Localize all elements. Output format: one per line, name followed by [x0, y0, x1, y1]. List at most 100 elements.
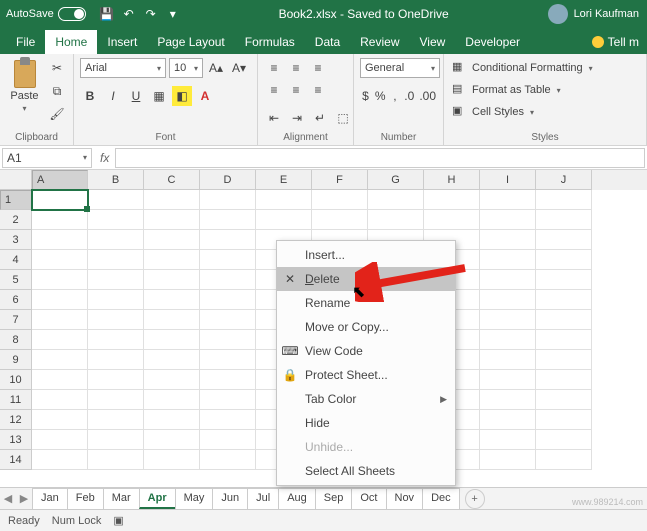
sheet-tab[interactable]: Feb	[67, 488, 104, 509]
row-header[interactable]: 8	[0, 330, 32, 350]
align-left-icon[interactable]: ≡	[264, 80, 284, 100]
cell[interactable]	[312, 210, 368, 230]
cell[interactable]	[32, 270, 88, 290]
cell[interactable]	[480, 330, 536, 350]
column-header[interactable]: H	[424, 170, 480, 190]
cell[interactable]	[144, 430, 200, 450]
cell[interactable]	[480, 250, 536, 270]
font-color-icon[interactable]: A	[195, 86, 215, 106]
column-header[interactable]: F	[312, 170, 368, 190]
macro-record-icon[interactable]: ▣	[113, 514, 123, 527]
cell[interactable]	[536, 330, 592, 350]
column-header[interactable]: A	[32, 170, 88, 190]
fx-icon[interactable]: fx	[94, 151, 115, 165]
row-header[interactable]: 3	[0, 230, 32, 250]
cell[interactable]	[536, 190, 592, 210]
cell[interactable]	[32, 190, 88, 210]
row-header[interactable]: 14	[0, 450, 32, 470]
cell[interactable]	[200, 190, 256, 210]
cell[interactable]	[144, 390, 200, 410]
name-box[interactable]: A1▾	[2, 148, 92, 168]
cell[interactable]	[200, 310, 256, 330]
sheet-tab[interactable]: Jul	[247, 488, 279, 509]
row-header[interactable]: 1	[0, 190, 32, 210]
row-header[interactable]: 12	[0, 410, 32, 430]
cell[interactable]	[200, 410, 256, 430]
cell[interactable]	[32, 230, 88, 250]
tab-review[interactable]: Review	[350, 30, 409, 54]
cut-icon[interactable]: ✂	[47, 58, 67, 78]
cell[interactable]	[480, 450, 536, 470]
cell[interactable]	[480, 230, 536, 250]
cell[interactable]	[200, 230, 256, 250]
currency-icon[interactable]: $	[360, 86, 371, 106]
cell[interactable]	[200, 270, 256, 290]
column-header[interactable]: B	[88, 170, 144, 190]
sheet-tab[interactable]: Nov	[386, 488, 424, 509]
row-header[interactable]: 6	[0, 290, 32, 310]
cell[interactable]	[32, 410, 88, 430]
tab-file[interactable]: File	[6, 30, 45, 54]
number-format-select[interactable]: General▾	[360, 58, 440, 78]
ctx-delete[interactable]: ✕Delete	[277, 267, 455, 291]
cell[interactable]	[144, 210, 200, 230]
cell[interactable]	[88, 290, 144, 310]
conditional-formatting-button[interactable]: ▦Conditional Formatting▾	[450, 58, 595, 78]
italic-button[interactable]: I	[103, 86, 123, 106]
row-header[interactable]: 2	[0, 210, 32, 230]
cell[interactable]	[536, 410, 592, 430]
cell[interactable]	[200, 350, 256, 370]
ctx-insert[interactable]: Insert...	[277, 243, 455, 267]
wrap-text-icon[interactable]: ↵	[310, 108, 330, 128]
redo-icon[interactable]: ↷	[144, 7, 158, 21]
cell[interactable]	[536, 310, 592, 330]
cell[interactable]	[88, 190, 144, 210]
ctx-hide[interactable]: Hide	[277, 411, 455, 435]
cell[interactable]	[256, 190, 312, 210]
cell[interactable]	[536, 270, 592, 290]
cell[interactable]	[32, 350, 88, 370]
cell[interactable]	[144, 410, 200, 430]
row-header[interactable]: 10	[0, 370, 32, 390]
tell-me[interactable]: Tell m	[584, 30, 647, 54]
tab-developer[interactable]: Developer	[455, 30, 530, 54]
merge-icon[interactable]: ⬚	[333, 108, 353, 128]
cell[interactable]	[144, 230, 200, 250]
column-header[interactable]: I	[480, 170, 536, 190]
cell[interactable]	[144, 310, 200, 330]
cell[interactable]	[144, 350, 200, 370]
paste-button[interactable]: Paste ▾	[6, 58, 43, 113]
undo-icon[interactable]: ↶	[122, 7, 136, 21]
cell[interactable]	[144, 370, 200, 390]
cell[interactable]	[88, 270, 144, 290]
formula-input[interactable]	[115, 148, 645, 168]
tab-home[interactable]: Home	[45, 30, 97, 54]
cell[interactable]	[424, 210, 480, 230]
ctx-move-copy[interactable]: Move or Copy...	[277, 315, 455, 339]
cell[interactable]	[368, 210, 424, 230]
cell[interactable]	[88, 430, 144, 450]
cell[interactable]	[536, 290, 592, 310]
format-as-table-button[interactable]: ▤Format as Table▾	[450, 80, 563, 100]
cell[interactable]	[144, 290, 200, 310]
cell[interactable]	[536, 250, 592, 270]
cell[interactable]	[32, 210, 88, 230]
toggle-switch-icon[interactable]	[58, 7, 86, 21]
ctx-view-code[interactable]: ⌨View Code	[277, 339, 455, 363]
sheet-tab[interactable]: Apr	[139, 488, 176, 509]
cell-styles-button[interactable]: ▣Cell Styles▾	[450, 102, 536, 122]
cell[interactable]	[200, 290, 256, 310]
cell[interactable]	[88, 310, 144, 330]
cell[interactable]	[536, 450, 592, 470]
percent-icon[interactable]: %	[374, 86, 387, 106]
cell[interactable]	[32, 290, 88, 310]
copy-icon[interactable]: ⧉	[47, 81, 67, 101]
cell[interactable]	[32, 310, 88, 330]
cell[interactable]	[480, 370, 536, 390]
cell[interactable]	[480, 190, 536, 210]
comma-icon[interactable]: ,	[389, 86, 400, 106]
cell[interactable]	[424, 190, 480, 210]
sheet-tab[interactable]: Oct	[351, 488, 386, 509]
row-header[interactable]: 5	[0, 270, 32, 290]
decrease-decimal-icon[interactable]: .00	[418, 86, 437, 106]
